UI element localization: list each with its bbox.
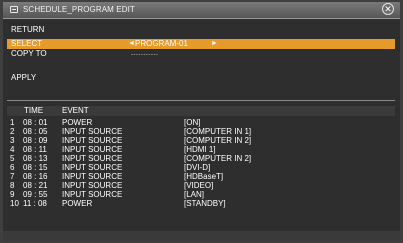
window-title: SCHEDULE_PROGRAM EDIT (23, 5, 135, 14)
close-button[interactable]: ✕ (382, 3, 394, 15)
select-menu-item[interactable]: SELECT ◄ PROGRAM-01 ► (7, 39, 395, 49)
status-bar (3, 231, 400, 241)
row-number: 10 (10, 199, 19, 208)
copy-to-value: ----------- (131, 52, 159, 58)
time-column-header: TIME (24, 106, 44, 115)
apply-menu-item[interactable]: APPLY (11, 73, 36, 83)
return-menu-item[interactable]: RETURN (11, 25, 44, 35)
arrow-left-icon[interactable]: ◄ (128, 39, 135, 49)
arrow-right-icon[interactable]: ► (211, 39, 218, 49)
table-row[interactable]: 10 11 : 08 POWER [STANDBY] (3, 199, 400, 209)
row-parameter: [STANDBY] (184, 199, 226, 208)
event-column-header: EVENT (62, 106, 89, 115)
divider (7, 100, 395, 101)
schedule-program-edit-window: SCHEDULE_PROGRAM EDIT ✕ RETURN SELECT ◄ … (3, 2, 400, 241)
table-header: TIME EVENT (7, 106, 395, 116)
row-time: 11 : 08 (23, 199, 47, 208)
copy-to-menu-item[interactable]: COPY TO (11, 49, 47, 59)
select-label: SELECT (11, 39, 43, 48)
program-select-value: PROGRAM-01 (135, 39, 188, 48)
calendar-icon (10, 6, 18, 13)
title-bar: SCHEDULE_PROGRAM EDIT ✕ (3, 2, 400, 19)
row-event: POWER (62, 199, 93, 208)
